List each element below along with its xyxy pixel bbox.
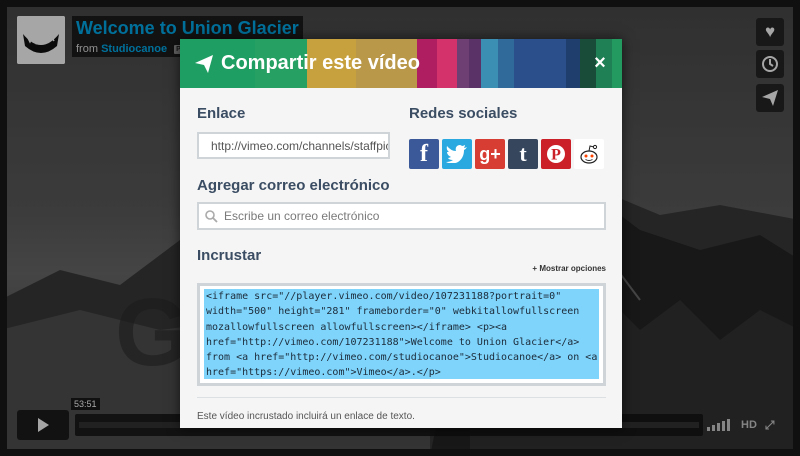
embed-code[interactable]: <iframe src="//player.vimeo.com/video/10… xyxy=(204,289,599,379)
share-modal-header: Compartir este vídeo × xyxy=(180,39,622,88)
close-button[interactable]: × xyxy=(590,53,610,73)
embed-label: Incrustar xyxy=(197,247,262,264)
social-label: Redes sociales xyxy=(409,105,518,122)
share-modal-body: Enlace http://vimeo.com/channels/staffpi… xyxy=(180,88,622,428)
link-field[interactable]: http://vimeo.com/channels/staffpicks/107… xyxy=(197,132,390,159)
share-title-text: Compartir este vídeo xyxy=(221,52,420,74)
email-placeholder: Escribe un correo electrónico xyxy=(224,209,380,223)
reddit-icon[interactable] xyxy=(574,139,604,169)
paper-plane-icon xyxy=(195,54,213,73)
pinterest-icon[interactable]: P xyxy=(541,139,571,169)
email-input[interactable]: Escribe un correo electrónico xyxy=(197,202,606,230)
search-icon xyxy=(205,209,218,223)
show-options-link[interactable]: + Mostrar opciones xyxy=(532,264,606,273)
twitter-icon[interactable] xyxy=(442,139,472,169)
share-modal: Compartir este vídeo × Enlace http://vim… xyxy=(180,39,622,428)
embed-code-box[interactable]: <iframe src="//player.vimeo.com/video/10… xyxy=(197,283,606,386)
link-value: http://vimeo.com/channels/staffpicks/107… xyxy=(211,138,390,153)
email-label: Agregar correo electrónico xyxy=(197,177,390,194)
google-plus-icon[interactable]: g+ xyxy=(475,139,505,169)
share-modal-title: Compartir este vídeo xyxy=(194,39,420,88)
facebook-icon[interactable]: f xyxy=(409,139,439,169)
divider xyxy=(197,397,606,398)
link-label: Enlace xyxy=(197,105,246,122)
embed-footnote: Este vídeo incrustado incluirá un enlace… xyxy=(197,411,415,422)
social-buttons: f g+ t P xyxy=(409,139,604,169)
svg-text:P: P xyxy=(551,147,561,164)
tumblr-icon[interactable]: t xyxy=(508,139,538,169)
